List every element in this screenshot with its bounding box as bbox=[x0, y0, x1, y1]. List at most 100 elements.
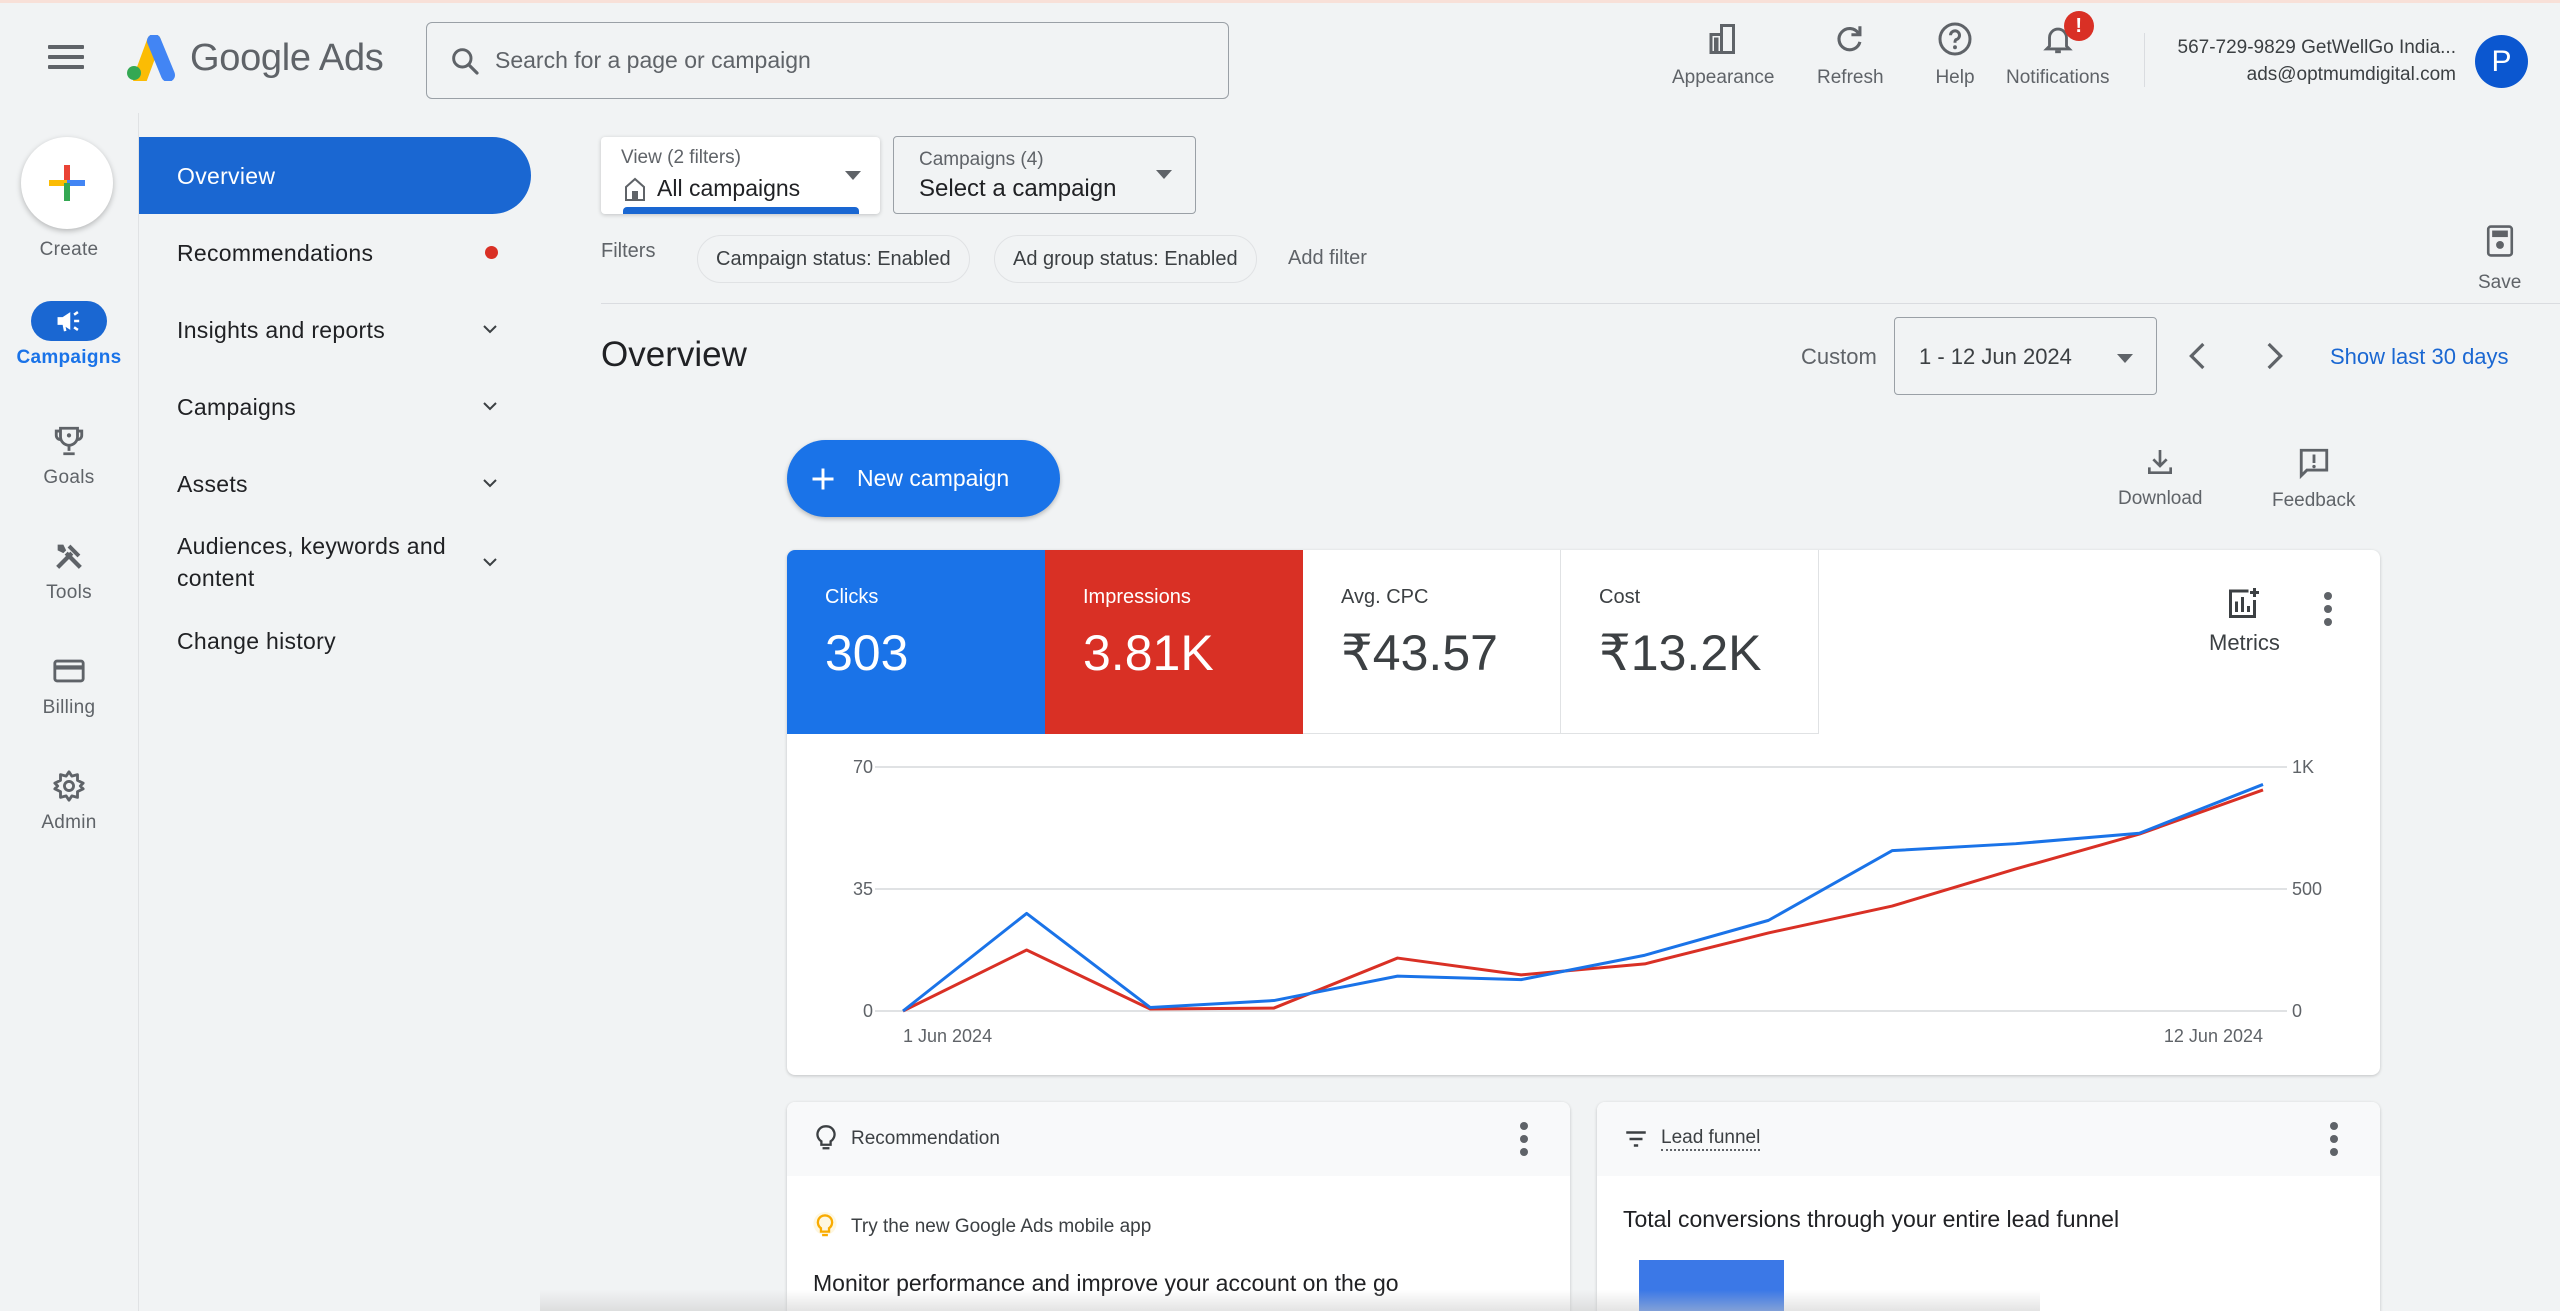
create-label: Create bbox=[39, 239, 99, 260]
campaign-value: Select a campaign bbox=[919, 175, 1117, 202]
recommendation-card: Recommendation Try the new Google Ads mo… bbox=[787, 1102, 1570, 1311]
scorecard-value: 3.81K bbox=[1083, 625, 1214, 681]
appearance-label: Appearance bbox=[1672, 67, 1775, 88]
filters-label: Filters bbox=[601, 240, 656, 262]
download-label: Download bbox=[2118, 488, 2203, 509]
menu-line bbox=[48, 65, 84, 69]
notifications-button[interactable]: ! Notifications bbox=[2006, 11, 2110, 89]
avatar[interactable]: P bbox=[2475, 35, 2528, 88]
rail-create-label: Create bbox=[0, 233, 138, 261]
top-header: Google Ads Appearance Refresh Help ! Not… bbox=[0, 3, 2560, 113]
view-value-text: All campaigns bbox=[657, 175, 801, 201]
series-line-clicks bbox=[902, 783, 2264, 1013]
chip-label: Ad group status: Enabled bbox=[1013, 247, 1238, 270]
lead-funnel-card-header: Lead funnel bbox=[1597, 1102, 2380, 1176]
chart-lines bbox=[902, 783, 2264, 1013]
date-range-selector[interactable]: 1 - 12 Jun 2024 bbox=[1894, 317, 2157, 395]
scorecard-value: 303 bbox=[825, 625, 909, 681]
campaign-selector[interactable]: Campaigns (4) Select a campaign bbox=[893, 136, 1196, 214]
rail-item-tools[interactable]: Tools bbox=[0, 536, 138, 604]
recommendation-item[interactable]: Try the new Google Ads mobile app bbox=[813, 1212, 1151, 1242]
add-filter-button[interactable]: Add filter bbox=[1288, 247, 1367, 270]
rail-label-billing: Billing bbox=[42, 697, 96, 718]
notification-badge: ! bbox=[2063, 11, 2094, 41]
view-selector[interactable]: View (2 filters) All campaigns bbox=[601, 137, 880, 214]
help-button[interactable]: Help bbox=[1935, 19, 1975, 89]
refresh-label: Refresh bbox=[1817, 67, 1884, 88]
account-name: 567-729-9829 GetWellGo India... bbox=[2177, 37, 2457, 58]
menu-line bbox=[48, 45, 84, 49]
menu-line bbox=[48, 55, 84, 59]
plus-icon bbox=[49, 165, 85, 201]
nav-item-change-history[interactable]: Change history bbox=[139, 602, 531, 679]
dropdown-arrow-icon bbox=[2117, 354, 2133, 363]
left-tick-label: 0 bbox=[863, 1001, 873, 1021]
download-icon bbox=[2148, 450, 2173, 474]
download-button[interactable]: Download bbox=[2118, 446, 2203, 510]
scorecard-cost[interactable]: Cost ₹13.2K bbox=[1561, 550, 1819, 734]
feedback-icon bbox=[2299, 448, 2328, 480]
add-chart-icon bbox=[2229, 588, 2260, 618]
filter-chip-campaign-status[interactable]: Campaign status: Enabled bbox=[697, 235, 970, 283]
lightbulb-icon bbox=[813, 1212, 837, 1237]
metrics-button[interactable]: Metrics bbox=[2209, 586, 2280, 656]
feedback-button[interactable]: Feedback bbox=[2272, 446, 2355, 512]
scorecard-label: Avg. CPC bbox=[1341, 586, 1429, 608]
new-campaign-label: New campaign bbox=[857, 465, 1010, 491]
toolbar-divider bbox=[601, 303, 2560, 304]
app-name: Google Ads bbox=[190, 36, 384, 79]
nav-item-campaigns[interactable]: Campaigns bbox=[139, 368, 531, 445]
right-axis-ticks: 0 500 1K bbox=[2292, 757, 2322, 1021]
search-input[interactable] bbox=[495, 47, 1175, 74]
create-button[interactable] bbox=[21, 137, 113, 229]
new-campaign-button[interactable]: New campaign bbox=[787, 440, 1060, 517]
nav-item-overview[interactable]: Overview bbox=[139, 137, 531, 214]
nav-item-assets[interactable]: Assets bbox=[139, 445, 531, 522]
lightbulb-icon bbox=[816, 1125, 836, 1150]
left-rail: Create Campaigns Goals Tools Billing Adm… bbox=[0, 113, 138, 1311]
search-box[interactable] bbox=[426, 22, 1229, 99]
more-options-icon[interactable] bbox=[2328, 1122, 2340, 1156]
scorecard-avg-cpc[interactable]: Avg. CPC ₹43.57 bbox=[1303, 550, 1561, 734]
google-ads-logo-icon bbox=[127, 35, 175, 81]
save-button[interactable]: Save bbox=[2478, 224, 2521, 294]
home-icon bbox=[625, 177, 645, 201]
page-title: Overview bbox=[601, 335, 747, 374]
refresh-button[interactable]: Refresh bbox=[1817, 19, 1884, 89]
campaign-sublabel: Campaigns (4) bbox=[919, 149, 1044, 170]
next-period-button[interactable] bbox=[2259, 340, 2289, 372]
chevron-down-icon bbox=[483, 402, 497, 411]
rail-item-goals[interactable]: Goals bbox=[0, 421, 138, 489]
previous-period-button[interactable] bbox=[2183, 340, 2213, 372]
more-options-icon[interactable] bbox=[2322, 592, 2334, 626]
lead-funnel-card: Lead funnel Total conversions through yo… bbox=[1597, 1102, 2380, 1311]
save-icon bbox=[2486, 225, 2513, 257]
nav-label: Recommendations bbox=[177, 239, 374, 266]
bell-icon: ! bbox=[2038, 11, 2094, 59]
rail-item-admin[interactable]: Admin bbox=[0, 766, 138, 834]
lead-funnel-title[interactable]: Lead funnel bbox=[1661, 1127, 1761, 1151]
nav-label: Audiences, keywords and content bbox=[177, 533, 446, 591]
nav-item-insights-and-reports[interactable]: Insights and reports bbox=[139, 291, 531, 368]
show-last-30-days-link[interactable]: Show last 30 days bbox=[2330, 344, 2509, 370]
main-menu-button[interactable] bbox=[48, 45, 84, 75]
nav-label: Assets bbox=[177, 470, 248, 497]
series-line-impressions bbox=[902, 788, 2264, 1013]
rail-item-billing[interactable]: Billing bbox=[0, 651, 138, 719]
chevron-down-icon bbox=[483, 325, 497, 334]
plus-icon bbox=[812, 468, 834, 489]
nav-item-audiences-keywords-content[interactable]: Audiences, keywords and content bbox=[139, 522, 531, 602]
scorecard-clicks[interactable]: Clicks 303 bbox=[787, 550, 1045, 734]
rail-item-campaigns[interactable]: Campaigns bbox=[0, 301, 138, 369]
more-options-icon[interactable] bbox=[1518, 1122, 1530, 1156]
scorecard-impressions[interactable]: Impressions 3.81K bbox=[1045, 550, 1303, 734]
save-label: Save bbox=[2478, 272, 2522, 293]
x-tick-label-first: 1 Jun 2024 bbox=[903, 1026, 992, 1046]
tools-icon bbox=[49, 536, 89, 576]
nav-item-recommendations[interactable]: Recommendations bbox=[139, 214, 531, 291]
account-info[interactable]: 567-729-9829 GetWellGo India... ads@optm… bbox=[2178, 34, 2457, 88]
google-ads-logo[interactable]: Google Ads bbox=[124, 35, 384, 81]
appearance-button[interactable]: Appearance bbox=[1672, 19, 1774, 89]
trophy-icon bbox=[49, 421, 89, 461]
filter-chip-ad-group-status[interactable]: Ad group status: Enabled bbox=[994, 235, 1257, 283]
